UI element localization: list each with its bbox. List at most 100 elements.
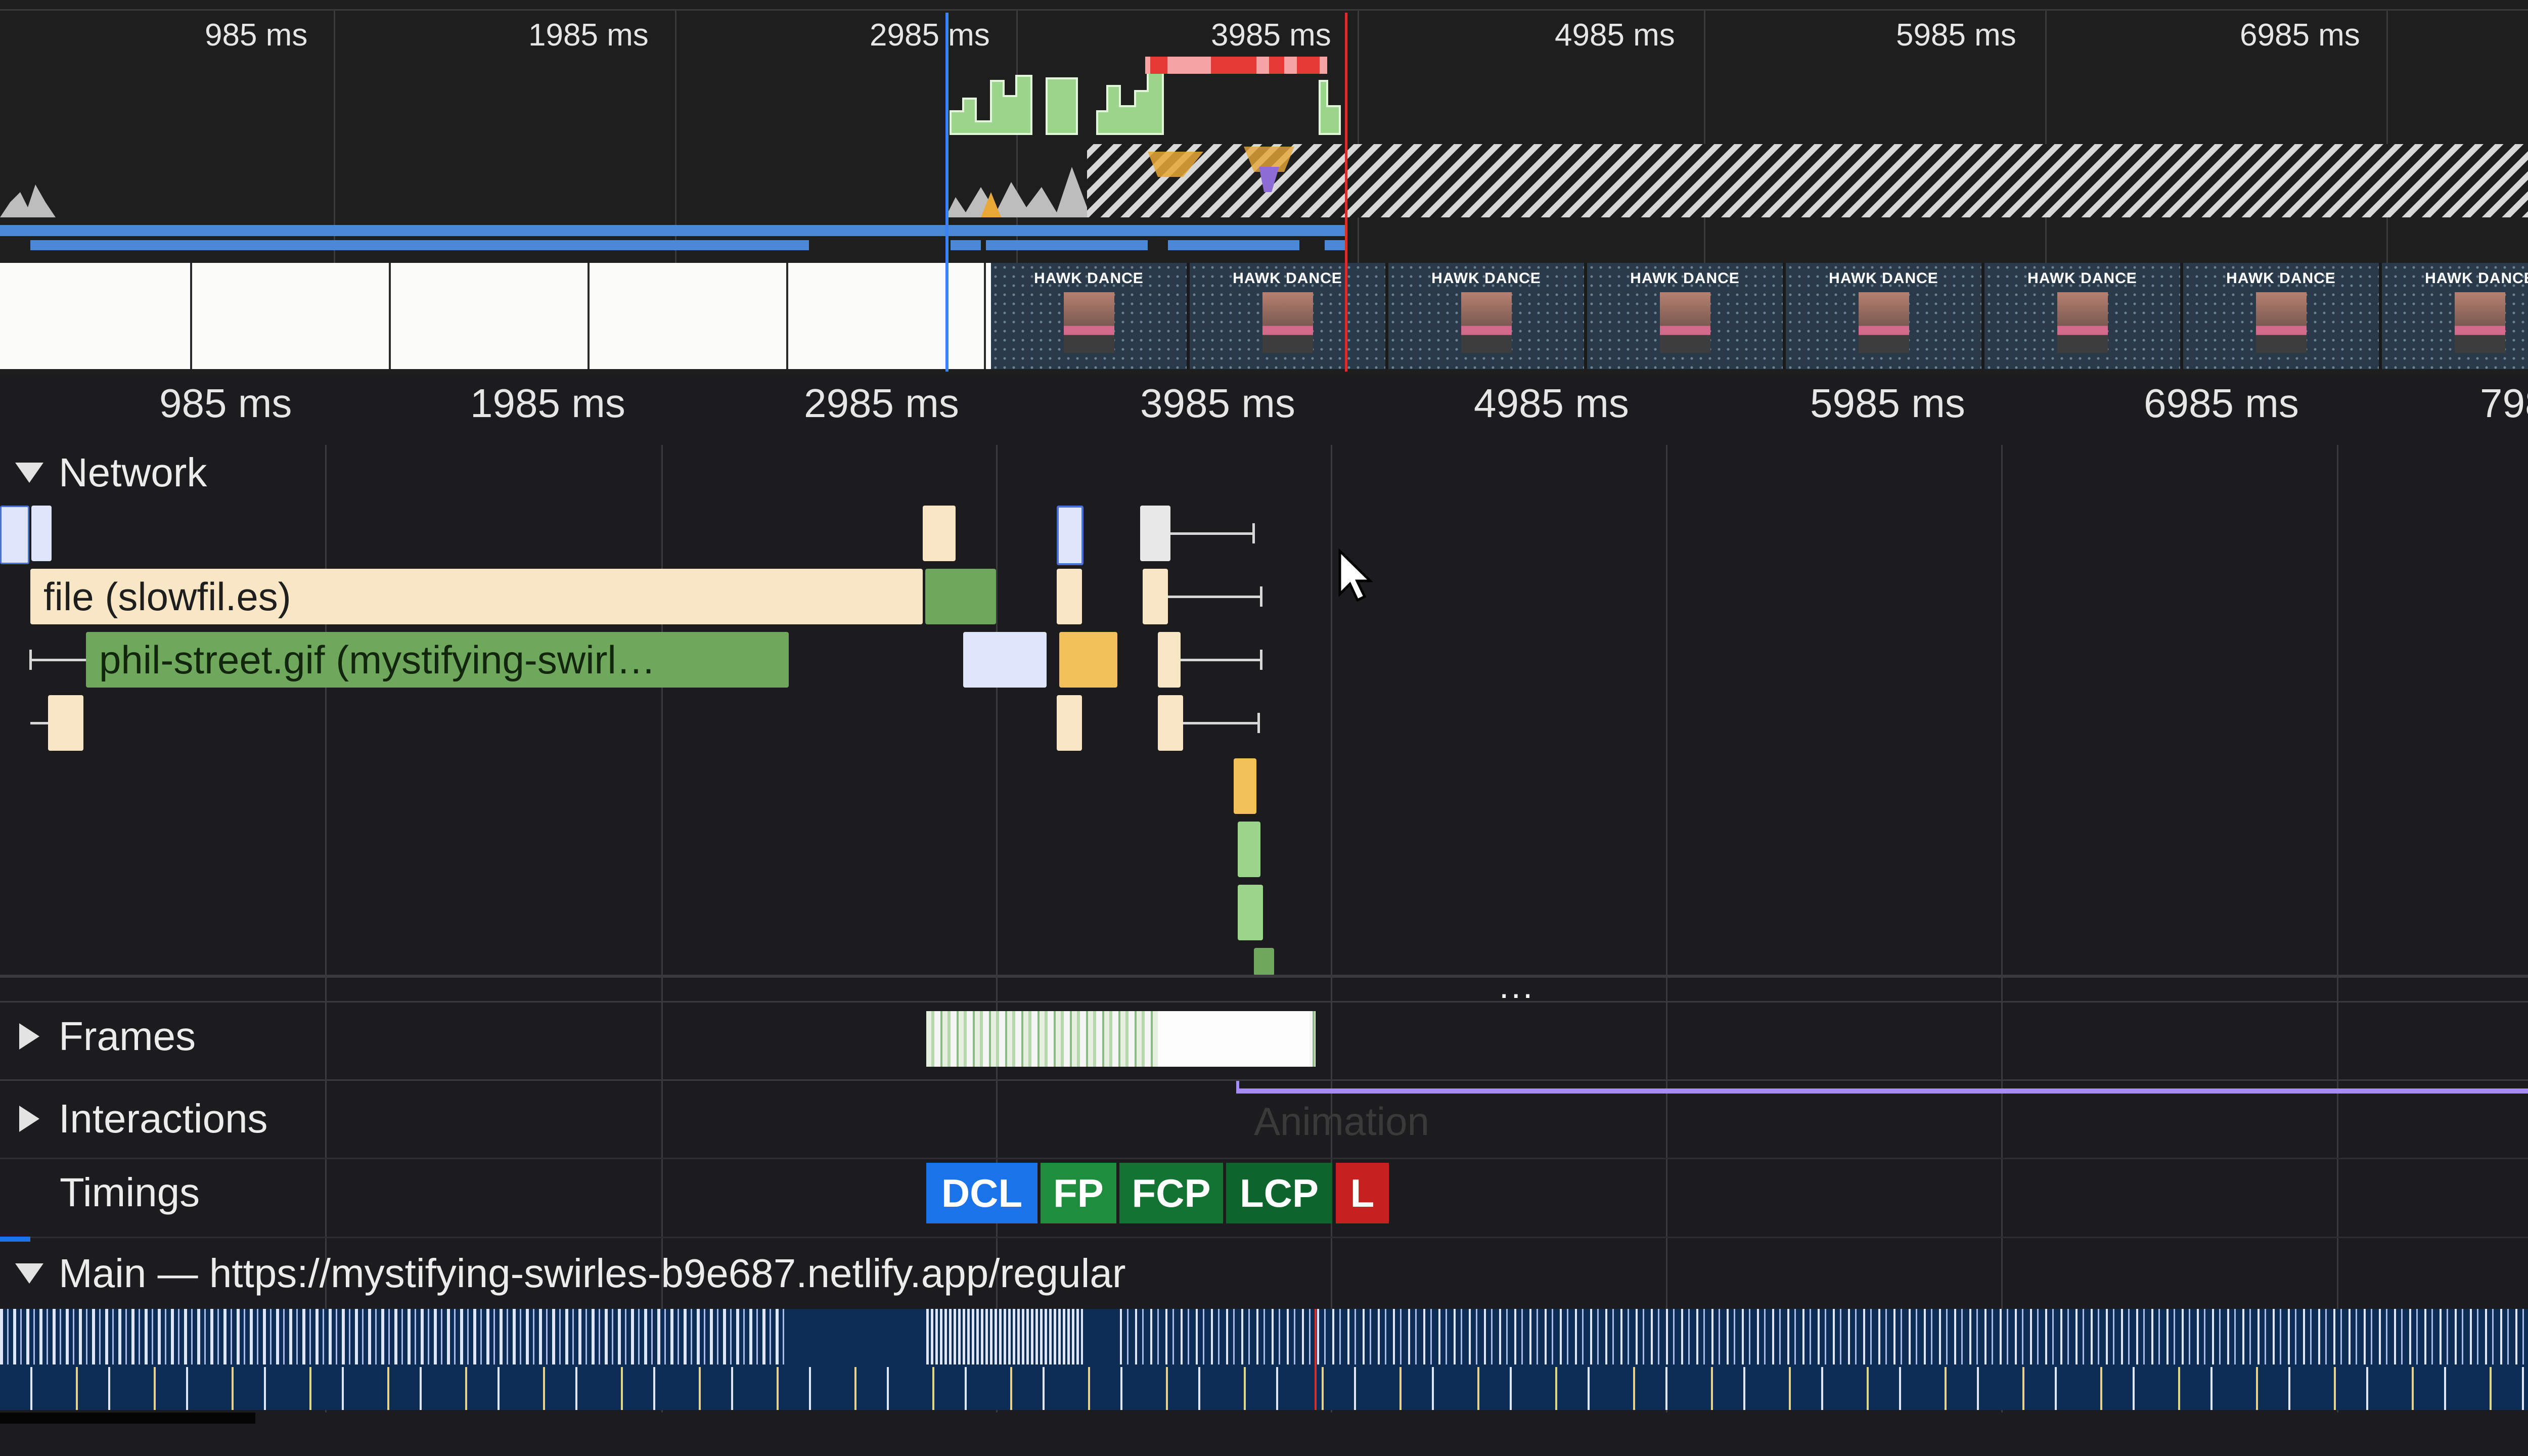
expand-icon[interactable] [19,1023,39,1050]
collapse-icon[interactable] [15,463,43,483]
screenshot-frame[interactable] [0,263,192,369]
selection-start-marker[interactable] [945,13,949,372]
network-request[interactable] [1057,569,1082,624]
scrollbar-thumb[interactable] [0,1413,255,1424]
time-ruler: 985 ms 1985 ms 2985 ms 3985 ms 4985 ms 5… [0,374,2528,445]
network-request[interactable] [1059,632,1117,688]
request-whisker [29,650,32,670]
request-whisker [30,659,86,661]
overview-tick: 2985 ms [870,18,990,53]
timeline-overview[interactable]: 985 ms 1985 ms 2985 ms 3985 ms 4985 ms 5… [0,0,2528,374]
animation-line[interactable] [1236,1088,2528,1094]
network-request[interactable] [1140,506,1170,561]
screenshot-frame[interactable]: HAWK DANCE [2382,263,2528,369]
network-request-file[interactable]: file (slowfil.es) [30,569,923,624]
screenshot-frame[interactable] [590,263,788,369]
main-track-title: Main — https://mystifying-swirles-b9e687… [59,1251,1126,1296]
network-request[interactable] [31,506,52,561]
ruler-tick: 7985 [2480,381,2528,426]
request-whisker [1257,713,1260,733]
request-whisker [1252,523,1255,543]
network-request[interactable] [1143,569,1168,624]
request-whisker [1260,650,1262,670]
network-request[interactable] [963,632,1047,688]
overview-tick: 4985 ms [1555,18,1675,53]
screenshot-frame[interactable]: HAWK DANCE [1388,263,1587,369]
screenshot-frame[interactable] [192,263,391,369]
animation-label: Animation [1254,1099,1429,1144]
screenshot-frame[interactable]: HAWK DANCE [1587,263,1786,369]
overview-network-bar [0,225,1345,236]
network-request-gif[interactable]: phil-street.gif (mystifying-swirl… [86,632,789,688]
collapse-icon[interactable] [15,1263,43,1284]
screenshot-frame[interactable]: HAWK DANCE [1190,263,1388,369]
overview-network-bar [30,240,809,250]
mouse-cursor-icon [1338,549,1373,602]
frames-bar[interactable] [1158,1011,1310,1067]
screenshot-frame[interactable] [391,263,590,369]
network-request[interactable] [1057,506,1084,565]
screenshot-image [1659,292,1710,353]
network-track-header[interactable]: Network [15,445,207,500]
screenshot-frame[interactable]: HAWK DANCE [2183,263,2382,369]
scrollbar-track[interactable] [0,1413,2528,1456]
network-request[interactable] [1234,758,1256,814]
frames-track-header[interactable]: Frames [19,1009,196,1064]
request-whisker [1183,722,1259,724]
cpu-chart [0,144,2528,217]
overview-tick: 1985 ms [528,18,649,53]
long-task-bar [1211,57,1256,74]
long-task-bar [1269,57,1284,74]
network-request[interactable] [923,506,956,561]
main-task-bars[interactable] [926,1309,1083,1364]
animation-line [1236,1081,1239,1094]
track-splitter[interactable] [0,975,2528,978]
fcp-marker[interactable]: FCP [1119,1163,1223,1223]
network-request[interactable] [1057,695,1082,751]
network-request[interactable] [48,695,83,751]
timings-track-title: Timings [60,1170,200,1215]
ruler-tick: 1985 ms [470,381,625,426]
overview-network-bar [951,240,981,250]
network-request[interactable] [0,506,29,564]
resize-handle-icon[interactable]: ... [1499,968,1534,1004]
interactions-track-header[interactable]: Interactions [19,1091,268,1147]
ruler-tick: 4985 ms [1474,381,1629,426]
network-request[interactable] [1158,695,1183,751]
expand-icon[interactable] [19,1106,39,1132]
screenshot-banner: HAWK DANCE [1431,270,1541,287]
network-request[interactable] [1238,822,1260,877]
screenshot-frame[interactable]: HAWK DANCE [1786,263,1984,369]
screenshot-image [2057,292,2108,353]
screenshot-image [1262,292,1313,353]
network-request[interactable] [1254,948,1274,976]
request-whisker [1168,596,1261,598]
overview-tick: 6985 ms [2240,18,2360,53]
dcl-marker[interactable]: DCL [926,1163,1037,1223]
main-subtask-bars[interactable] [0,1367,2528,1410]
interactions-track-title: Interactions [59,1096,268,1141]
request-whisker [30,722,51,724]
screenshot-image [1858,292,1909,353]
network-request[interactable] [1158,632,1181,688]
main-task-bars[interactable] [0,1309,789,1364]
screenshot-banner: HAWK DANCE [1034,270,1144,287]
screenshot-frame[interactable] [788,263,986,369]
screenshot-banner: HAWK DANCE [2425,270,2528,287]
main-track-header[interactable]: Main — https://mystifying-swirles-b9e687… [15,1246,1126,1301]
screenshot-frame[interactable]: HAWK DANCE [1984,263,2183,369]
network-request[interactable] [925,569,996,624]
screenshot-image [2454,292,2505,353]
network-request[interactable] [1238,885,1263,940]
ruler-tick: 5985 ms [1810,381,1965,426]
frames-track-title: Frames [59,1014,196,1059]
overview-tick: 985 ms [205,18,308,53]
fp-marker[interactable]: FP [1041,1163,1116,1223]
lcp-marker[interactable]: LCP [1226,1163,1332,1223]
overview-tick: 5985 ms [1896,18,2016,53]
screenshot-frame[interactable]: HAWK DANCE [991,263,1190,369]
load-marker[interactable]: L [1336,1163,1389,1223]
long-task-bar [1150,57,1167,74]
screenshot-image [1461,292,1512,353]
main-task-bars[interactable] [1120,1309,2528,1364]
